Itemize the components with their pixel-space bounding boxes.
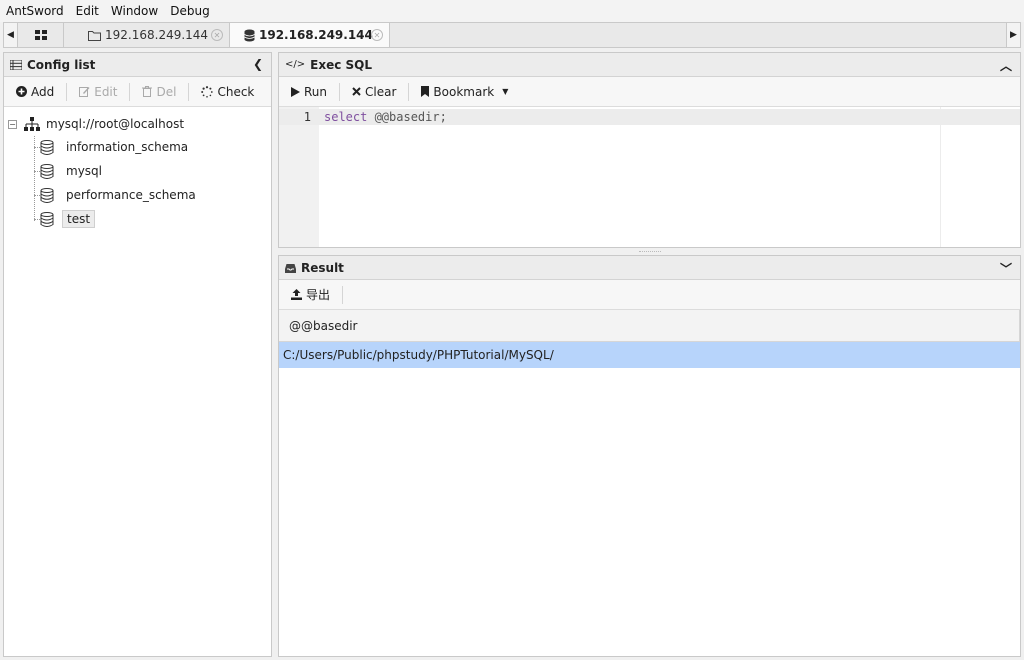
export-button[interactable]: 导出 [285, 285, 336, 305]
tree-connector [34, 147, 42, 148]
database-icon [40, 187, 54, 203]
database-icon [40, 211, 54, 227]
tree-root-label: mysql://root@localhost [46, 117, 185, 131]
table-row[interactable]: C:/Users/Public/phpstudy/PHPTutorial/MyS… [279, 342, 1020, 368]
folder-icon [88, 30, 101, 41]
bookmark-icon [421, 86, 430, 97]
tab2-label: 192.168.249.144 [259, 28, 373, 42]
database-icon [40, 139, 54, 155]
tab-database[interactable]: 192.168.249.144 ✕ [230, 23, 390, 47]
menu-antsword[interactable]: AntSword [6, 4, 64, 18]
add-button[interactable]: Add [10, 82, 60, 102]
grid-icon [34, 29, 47, 40]
tree-connector [34, 195, 42, 196]
play-icon [291, 86, 300, 97]
toolbar-divider [66, 82, 68, 101]
column-header-basedir[interactable]: @@basedir [279, 310, 1020, 342]
tree-item-label: mysql [66, 164, 102, 178]
bookmark-button[interactable]: Bookmark ▼ [415, 82, 514, 102]
edit-icon [79, 86, 90, 97]
caret-down-icon: ▼ [502, 87, 509, 96]
sitemap-icon [24, 117, 40, 131]
sql-editor[interactable]: 1 select @@basedir; [279, 107, 1020, 247]
trash-icon [142, 86, 153, 97]
sql-code[interactable]: select @@basedir; [324, 109, 447, 125]
tree-item-information-schema[interactable]: information_schema [4, 135, 271, 159]
sql-keyword: select [324, 110, 368, 124]
panel-title: Result [301, 260, 344, 275]
tree-item-mysql[interactable]: mysql [4, 159, 271, 183]
tree-connector [34, 171, 42, 172]
database-icon [40, 163, 54, 179]
horizontal-splitter[interactable] [278, 249, 1021, 254]
x-icon [352, 87, 361, 96]
vertical-splitter[interactable] [273, 52, 277, 657]
menu-debug[interactable]: Debug [170, 4, 209, 18]
inbox-icon [285, 263, 296, 273]
tab-scroll-right-icon[interactable]: ▶ [1006, 23, 1020, 47]
run-button[interactable]: Run [285, 82, 333, 102]
tab-filemanager[interactable]: 192.168.249.144 ✕ [64, 23, 230, 47]
config-toolbar: Add Edit Del Check [4, 77, 271, 107]
tree-item-label: test [62, 210, 96, 228]
menu-bar: AntSword Edit Window Debug [0, 0, 1024, 22]
table-cell: C:/Users/Public/phpstudy/PHPTutorial/MyS… [283, 348, 554, 362]
exec-toolbar: Run Clear Bookmark ▼ [279, 77, 1020, 107]
exec-sql-panel: </> Exec SQL ︿ Run Clear Bookmark ▼ 1 se… [278, 52, 1021, 248]
clear-button[interactable]: Clear [346, 82, 402, 102]
plus-circle-icon [16, 86, 27, 97]
tab-scroll-left-icon[interactable]: ◀ [4, 23, 18, 47]
collapse-up-icon[interactable]: ︿ [1000, 57, 1012, 74]
tree-item-label: performance_schema [66, 188, 196, 202]
list-icon [10, 59, 22, 70]
collapse-down-icon[interactable]: ﹀ [1000, 260, 1012, 277]
tree-item-test[interactable]: test [4, 207, 271, 231]
result-header: Result ﹀ [279, 256, 1020, 280]
collapse-left-icon[interactable]: ❮ [253, 57, 263, 71]
result-panel: Result ﹀ 导出 @@basedir C:/Users/Public/ph… [278, 255, 1021, 657]
menu-edit[interactable]: Edit [76, 4, 99, 18]
database-tree: − mysql://root@localhost information_sch… [4, 107, 271, 231]
result-toolbar: 导出 [279, 280, 1020, 310]
splitter-grip [639, 251, 661, 252]
upload-icon [291, 289, 302, 300]
tree-root-node[interactable]: − mysql://root@localhost [4, 113, 271, 135]
spinner-icon [201, 85, 214, 98]
panel-title: Exec SQL [310, 57, 372, 72]
close-icon[interactable]: ✕ [371, 29, 383, 41]
toolbar-divider [188, 82, 190, 101]
delete-button[interactable]: Del [136, 82, 182, 102]
print-margin [940, 107, 941, 247]
edit-button[interactable]: Edit [73, 82, 123, 102]
tree-item-label: information_schema [66, 140, 189, 154]
sql-expression: @@basedir; [367, 110, 447, 124]
toolbar-divider [342, 285, 344, 304]
check-button[interactable]: Check [195, 82, 260, 102]
toolbar-divider [408, 82, 410, 101]
tree-item-performance-schema[interactable]: performance_schema [4, 183, 271, 207]
config-list-header: Config list ❮ [4, 53, 271, 77]
config-list-panel: Config list ❮ Add Edit Del Check − mysql… [3, 52, 272, 657]
panel-title: Config list [27, 57, 96, 72]
code-icon: </> [285, 59, 306, 70]
exec-sql-header: </> Exec SQL ︿ [279, 53, 1020, 77]
tab-bar: ◀ 192.168.249.144 ✕ 192.168.249.144 ✕ ▶ [3, 22, 1021, 48]
tree-connector [34, 219, 42, 220]
tab-home[interactable] [18, 23, 64, 47]
toolbar-divider [339, 82, 341, 101]
tab1-label: 192.168.249.144 [105, 28, 209, 42]
collapse-toggle-icon[interactable]: − [8, 119, 17, 129]
database-icon [244, 29, 255, 42]
line-number: 1 [303, 110, 311, 124]
editor-gutter [279, 107, 319, 247]
close-icon[interactable]: ✕ [211, 29, 223, 41]
toolbar-divider [129, 82, 131, 101]
menu-window[interactable]: Window [111, 4, 158, 18]
